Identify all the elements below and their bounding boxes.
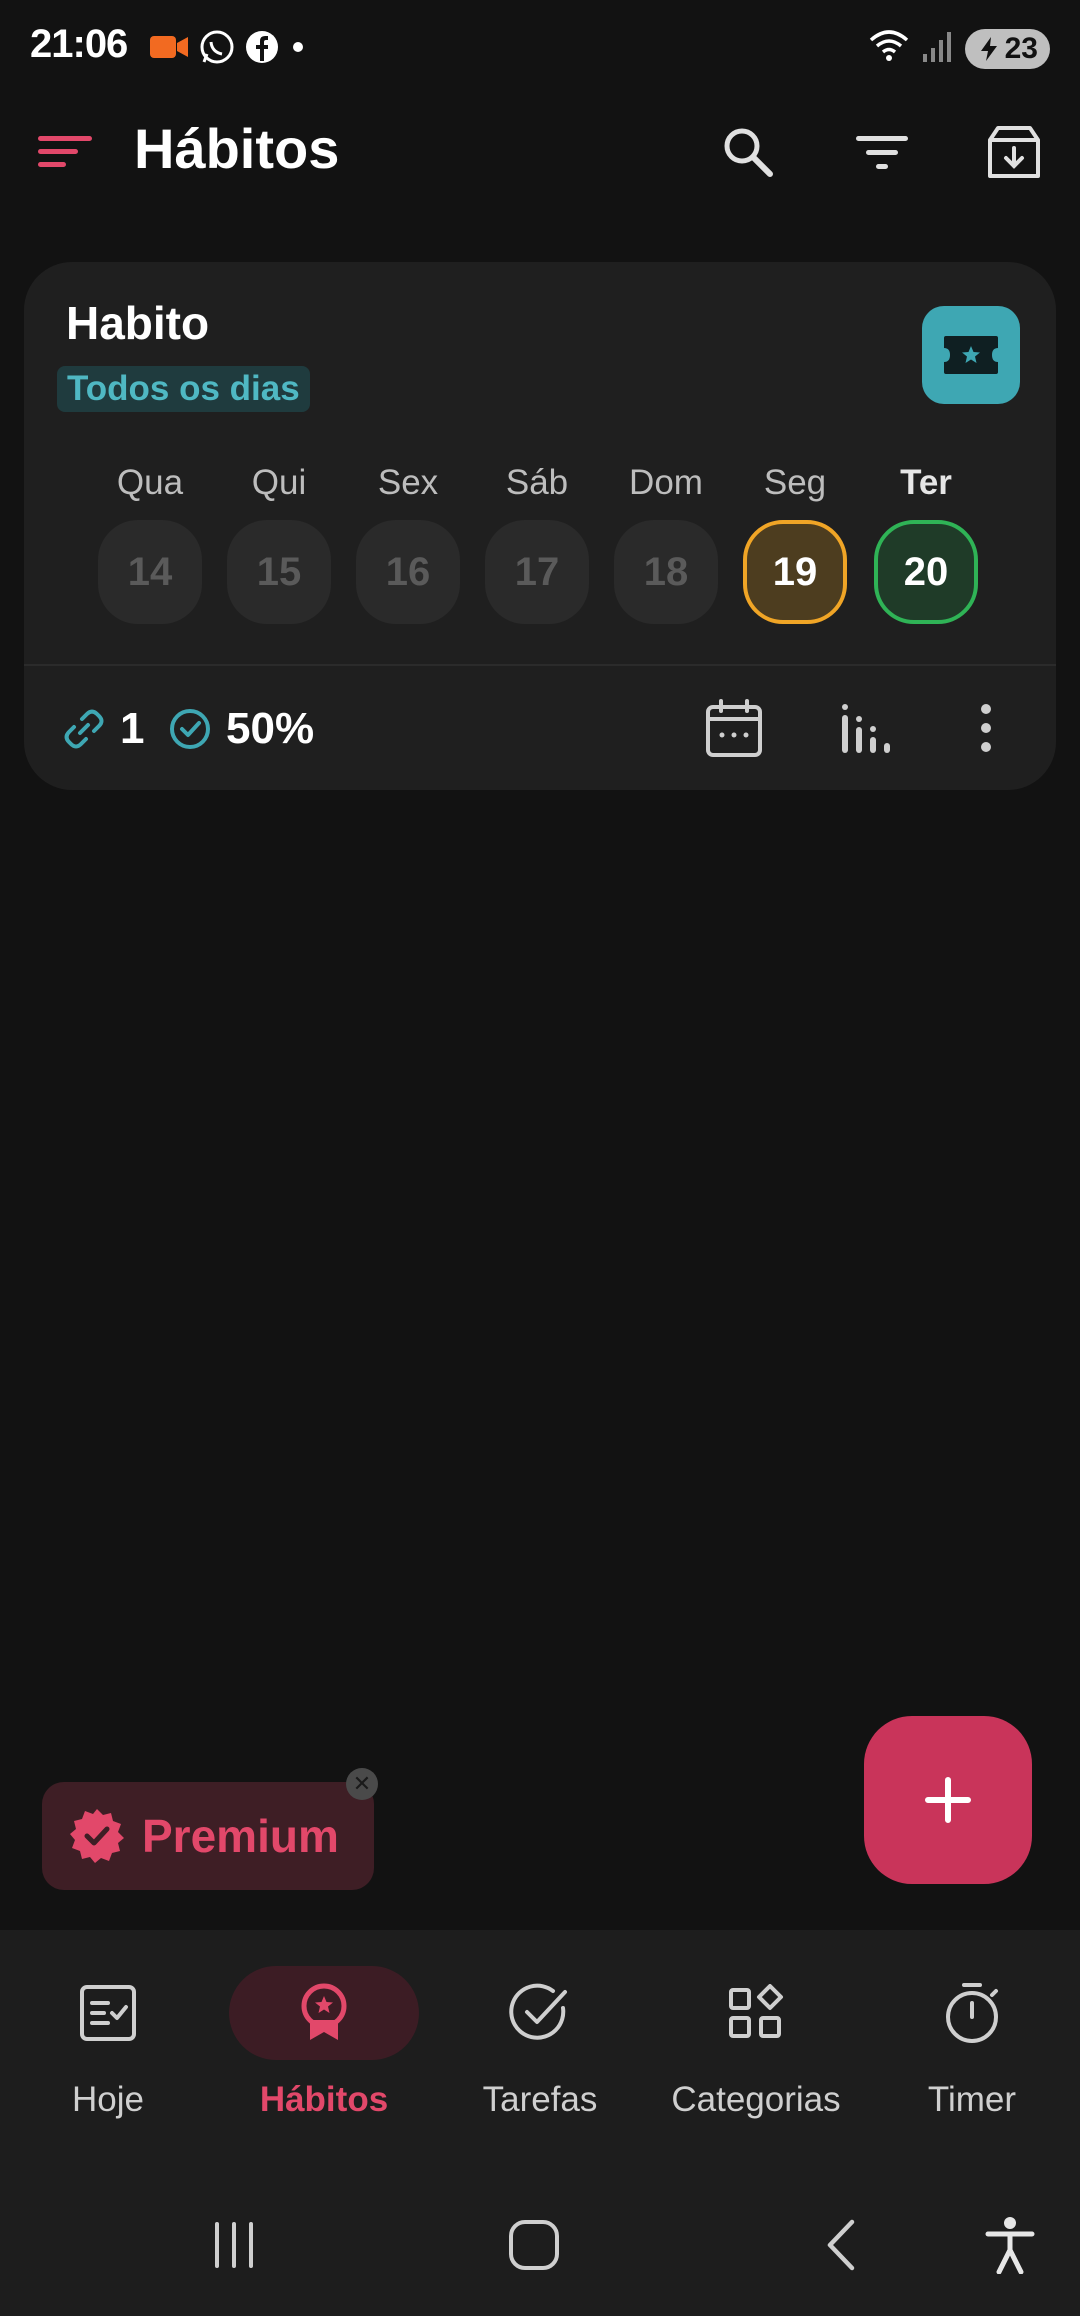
award-icon [301, 1983, 347, 2040]
day-button[interactable]: 16 [356, 520, 460, 624]
categories-icon [729, 1984, 783, 2038]
day-label: Qua [116, 463, 184, 502]
calendar-icon [706, 699, 762, 757]
day-column: Ter 20 [874, 458, 978, 624]
back-icon [827, 2219, 855, 2271]
day-column: Qui 15 [227, 458, 331, 624]
signal-icon [921, 28, 955, 69]
habit-card[interactable]: Habito Todos os dias Qua 14 Qui 15 Sex 1… [24, 262, 1056, 790]
habit-icon-button[interactable] [922, 306, 1020, 404]
menu-button[interactable] [36, 126, 96, 176]
premium-badge-icon [70, 1809, 124, 1863]
battery-level: 23 [1004, 31, 1038, 65]
day-column: Sex 16 [356, 458, 460, 624]
hamburger-menu-icon [38, 136, 92, 167]
check-circle-icon [170, 709, 210, 749]
nav-icon-container [13, 1966, 203, 2060]
home-icon [509, 2220, 559, 2270]
frequency-chip: Todos os dias [57, 366, 310, 412]
check-circle-icon [509, 1983, 567, 2040]
recent-apps-button[interactable] [194, 2210, 274, 2280]
add-habit-button[interactable] [864, 1716, 1032, 1884]
statistics-button[interactable] [830, 694, 898, 762]
day-label: Seg [763, 463, 827, 502]
facebook-icon [244, 29, 280, 70]
link-icon [64, 709, 104, 749]
nav-icon-container [445, 1966, 635, 2060]
status-time: 21:06 [30, 22, 128, 66]
nav-item-hoje[interactable]: Hoje [0, 1966, 216, 2120]
ticket-star-icon [944, 336, 998, 374]
day-label-today: Ter [900, 463, 952, 502]
nav-label: Hoje [72, 2080, 144, 2119]
day-column: Qua 14 [98, 458, 202, 624]
success-rate-stat: 50% [168, 704, 314, 754]
nav-label: Timer [927, 2080, 1017, 2119]
battery-icon: 23 [964, 28, 1050, 69]
day-label: Sáb [505, 463, 569, 502]
system-status-icons: 23 [867, 28, 1050, 69]
video-recording-icon [150, 32, 190, 67]
notification-icons [150, 28, 308, 71]
streak-value: 1 [120, 704, 145, 753]
day-column: Dom 18 [614, 458, 718, 624]
search-button[interactable] [716, 120, 780, 184]
filter-button[interactable] [850, 120, 914, 184]
day-column: Seg 19 [743, 458, 847, 624]
close-icon: ✕ [352, 1771, 372, 1796]
nav-item-tarefas[interactable]: Tarefas [432, 1966, 648, 2120]
day-button-partial[interactable]: 19 [743, 520, 847, 624]
archive-icon [988, 126, 1040, 178]
status-bar: 21:06 23 [0, 0, 1080, 96]
nav-label: Categorias [671, 2080, 841, 2119]
premium-label: Premium [142, 1810, 339, 1862]
success-rate-value: 50% [226, 704, 315, 753]
nav-icon-container-active [229, 1966, 419, 2060]
accessibility-button[interactable] [970, 2210, 1050, 2280]
day-button[interactable]: 18 [614, 520, 718, 624]
habit-name: Habito [66, 297, 210, 349]
page-title: Hábitos [134, 117, 340, 180]
accessibility-icon [985, 2217, 1035, 2274]
day-button[interactable]: 15 [227, 520, 331, 624]
nav-item-timer[interactable]: Timer [864, 1966, 1080, 2120]
nav-icon-container [661, 1966, 851, 2060]
more-options-button[interactable] [952, 694, 1020, 762]
wifi-icon [867, 28, 911, 69]
home-button[interactable] [494, 2210, 574, 2280]
bar-stats-icon [842, 704, 890, 753]
whatsapp-icon [198, 28, 236, 71]
checklist-icon [80, 1985, 136, 2041]
close-premium-button[interactable]: ✕ [346, 1768, 378, 1800]
search-icon [724, 128, 773, 177]
app-bar: Hábitos [0, 96, 1080, 208]
recent-apps-icon [215, 2222, 253, 2268]
week-days: Qua 14 Qui 15 Sex 16 Sáb 17 Dom 18 Seg 1… [98, 458, 1018, 624]
day-button[interactable]: 17 [485, 520, 589, 624]
bottom-navigation: Hoje Hábitos Tarefas Categorias Timer [0, 1930, 1080, 2170]
day-column: Sáb 17 [485, 458, 589, 624]
premium-banner[interactable]: Premium ✕ [42, 1768, 378, 1890]
day-label: Sex [377, 463, 439, 502]
system-navigation-bar [0, 2170, 1080, 2316]
day-button-done[interactable]: 20 [874, 520, 978, 624]
nav-label-active: Hábitos [259, 2080, 389, 2119]
nav-icon-container [877, 1966, 1067, 2060]
streak-stat: 1 [62, 704, 144, 754]
nav-label: Tarefas [482, 2080, 598, 2119]
nav-item-categorias[interactable]: Categorias [648, 1966, 864, 2120]
card-footer: 1 50% [24, 666, 1056, 790]
nav-item-habitos[interactable]: Hábitos [216, 1966, 432, 2120]
day-label: Qui [251, 463, 307, 502]
day-button[interactable]: 14 [98, 520, 202, 624]
calendar-button[interactable] [700, 694, 768, 762]
plus-icon [925, 1777, 971, 1823]
day-label: Dom [629, 463, 703, 502]
back-button[interactable] [800, 2210, 880, 2280]
filter-icon [856, 136, 908, 169]
archive-button[interactable] [982, 120, 1046, 184]
dot-icon [288, 37, 308, 62]
more-vertical-icon [981, 704, 991, 752]
stopwatch-icon [946, 1983, 998, 2043]
